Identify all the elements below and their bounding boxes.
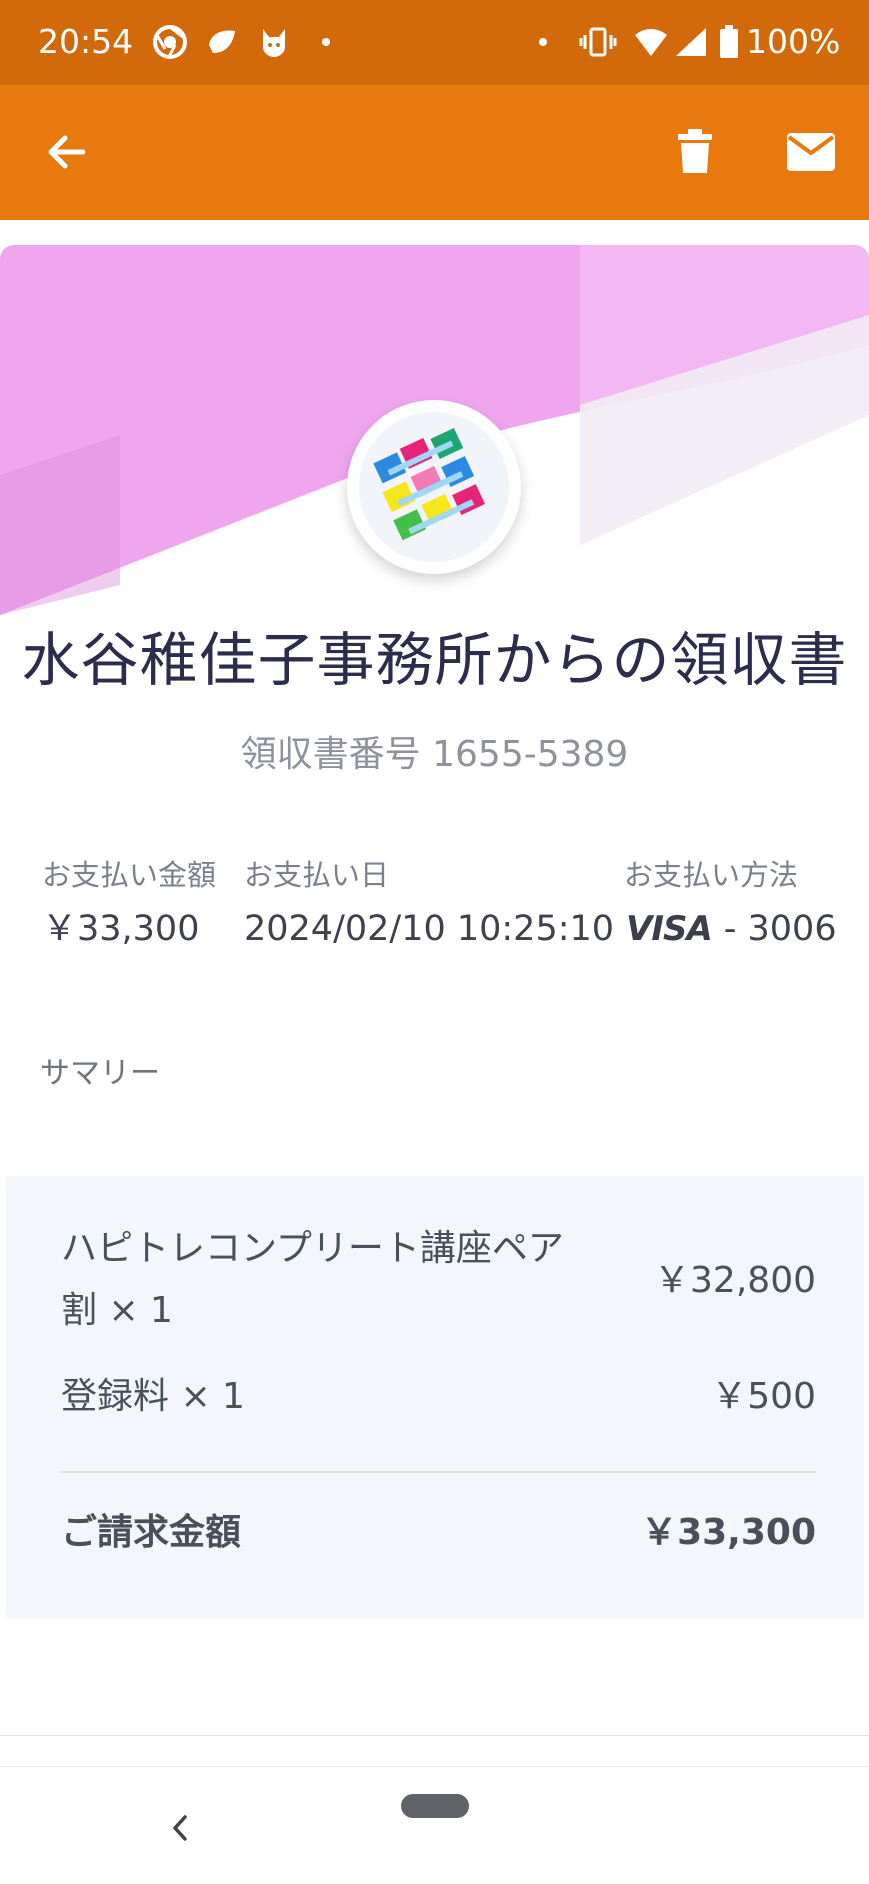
card-last-digits: - 3006 [723, 909, 837, 949]
nav-back-button[interactable] [160, 1805, 200, 1855]
summary-heading: サマリー [40, 1056, 160, 1091]
date-value: 2024/02/10 10:25:10 [244, 909, 615, 949]
battery-percent: 100% [746, 22, 841, 61]
battery-icon [716, 24, 742, 60]
payment-method-value: VISA - 3006 [626, 905, 837, 953]
line-item-name: 登録料 × 1 [61, 1376, 245, 1417]
leaf-icon [204, 24, 240, 60]
dot-icon [318, 24, 334, 60]
arrow-back-icon [45, 130, 89, 178]
amount-label: お支払い金額 [42, 858, 217, 892]
mail-icon [786, 132, 836, 176]
chrome-icon [152, 24, 188, 60]
status-bar: 20:54 100% [0, 0, 869, 85]
delete-button[interactable] [660, 119, 730, 189]
total-label: ご請求金額 [61, 1512, 242, 1553]
content-divider [0, 1735, 869, 1736]
line-item: 登録料 × 1 ￥500 [61, 1366, 816, 1428]
line-item: ハピトレコンプリート講座ペア 割 × 1 ￥32,800 [61, 1218, 816, 1348]
mail-button[interactable] [776, 119, 846, 189]
chevron-left-icon [169, 1813, 191, 1847]
date-label: お支払い日 [244, 858, 390, 892]
trash-icon [676, 129, 714, 179]
line-item-amount: ￥500 [711, 1376, 816, 1417]
summary-divider [61, 1471, 816, 1473]
payment-method-label: お支払い方法 [624, 858, 799, 892]
receipt-title: 水谷稚佳子事務所からの領収書 [21, 626, 848, 694]
dot-icon [535, 24, 551, 60]
receipt-number: 領収書番号 1655-5389 [240, 734, 629, 775]
visa-logo: VISA [626, 909, 713, 949]
line-item-amount: ￥32,800 [654, 1260, 816, 1301]
vibrate-icon [578, 24, 618, 60]
merchant-logo-image [359, 412, 509, 562]
summary-box: ハピトレコンプリート講座ペア 割 × 1 ￥32,800 登録料 × 1 ￥50… [6, 1176, 864, 1618]
home-pill-icon[interactable] [401, 1794, 469, 1818]
amount-value: ￥33,300 [42, 909, 200, 949]
app-bar [0, 85, 869, 220]
status-time: 20:54 [38, 22, 134, 61]
merchant-logo [347, 400, 521, 574]
line-item-name-cont: 割 × 1 [61, 1290, 173, 1331]
total-amount: ￥33,300 [641, 1512, 816, 1553]
signal-icon [672, 24, 710, 60]
wifi-icon [632, 24, 670, 60]
fox-icon [256, 24, 292, 60]
system-nav-bar [0, 1766, 869, 1884]
line-item-name: ハピトレコンプリート講座ペア [61, 1228, 564, 1269]
back-button[interactable] [32, 119, 102, 189]
